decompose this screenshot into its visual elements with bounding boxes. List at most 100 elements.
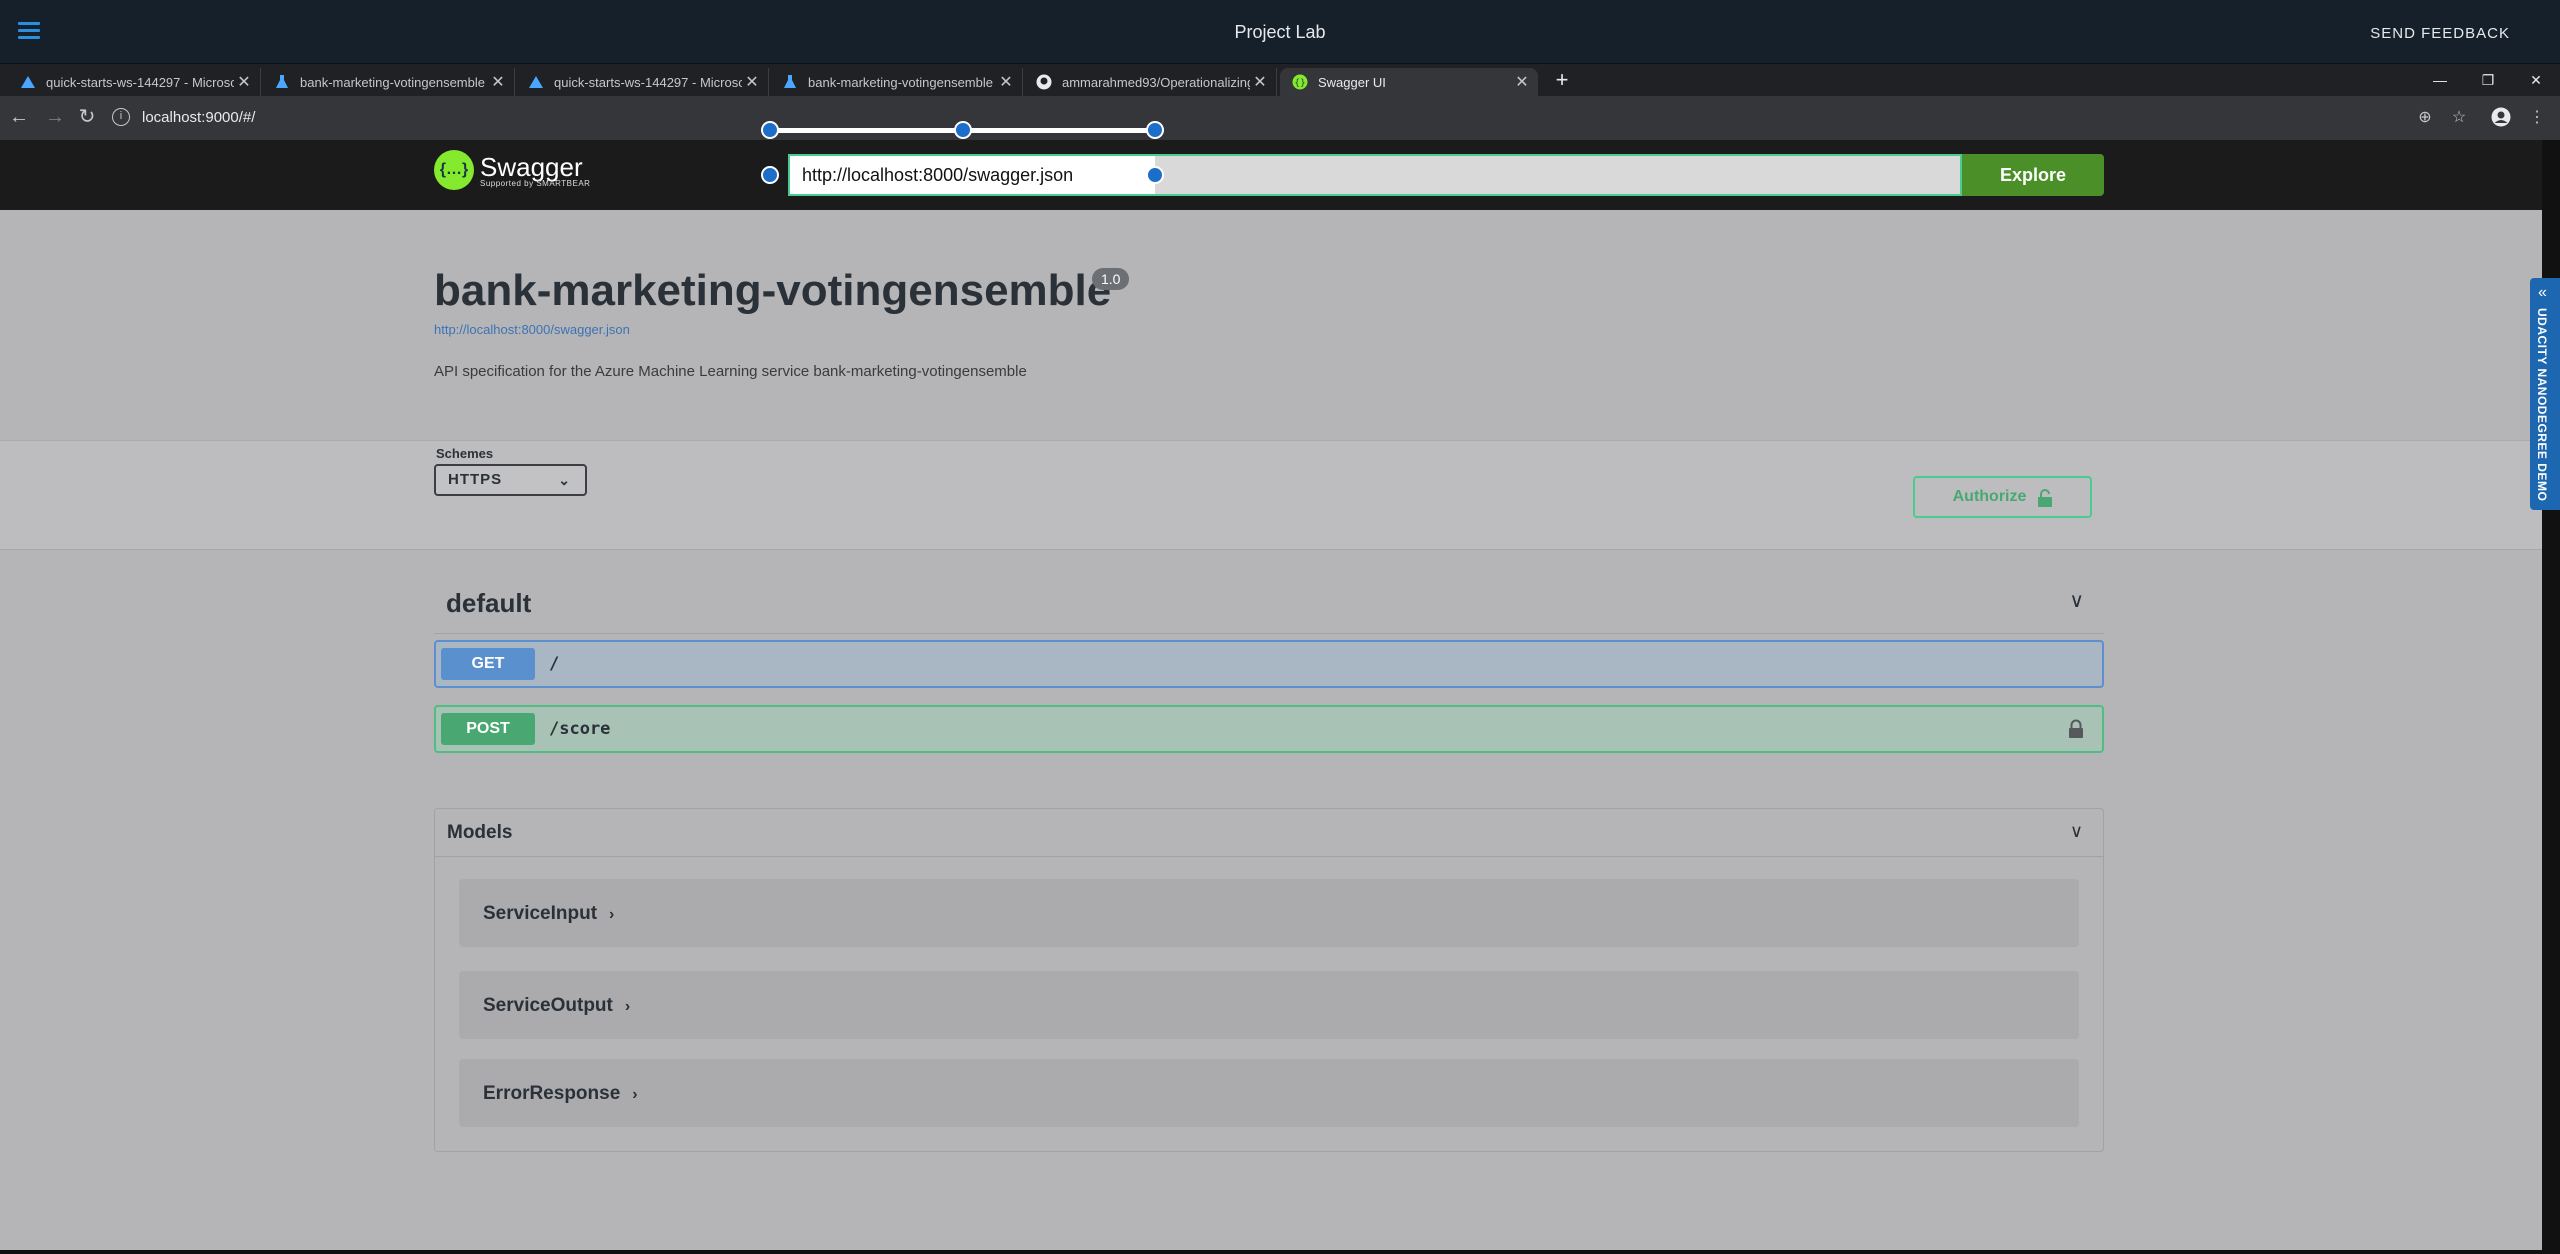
model-item[interactable]: ErrorResponse › (459, 1059, 2079, 1127)
chevron-right-icon: › (624, 998, 631, 1015)
resize-handle[interactable] (761, 166, 779, 184)
flask-icon (274, 74, 290, 90)
section-title: default (446, 588, 532, 618)
operation-get-root[interactable]: GET / (434, 640, 2104, 688)
model-item[interactable]: ServiceOutput › (459, 971, 2079, 1039)
forward-icon[interactable]: → (44, 106, 66, 128)
authorize-button[interactable]: Authorize (1913, 476, 2092, 518)
tab-title: quick-starts-ws-144297 - Microsoft Azure… (554, 74, 742, 90)
close-tab-icon[interactable]: ✕ (1512, 72, 1532, 92)
operation-path: / (549, 654, 560, 674)
authorize-label: Authorize (1952, 488, 2027, 505)
window-controls: — ❐ ✕ (2416, 64, 2560, 96)
chevron-right-icon: › (609, 906, 615, 923)
model-name: ErrorResponse (483, 1083, 621, 1104)
tab-title: quick-starts-ws-144297 - Microsoft Azure… (46, 74, 234, 90)
chevron-down-icon: ∨ (2069, 821, 2083, 841)
address-bar: ← → ↻ i localhost:9000/#/ ⊕ ☆ ⋮ (0, 96, 2560, 140)
schemes-label: Schemes (436, 446, 494, 461)
swagger-icon: {} (1292, 74, 1308, 90)
models-section: Models ∨ ServiceInput › ServiceOutput › Er… (434, 808, 2104, 1152)
close-tab-icon[interactable]: ✕ (234, 72, 254, 92)
github-icon (1036, 74, 1052, 90)
schemes-container (0, 440, 2542, 550)
schemes-select[interactable]: HTTPS ⌄ (434, 464, 587, 496)
api-title: bank-marketing-votingensemble (434, 266, 1112, 315)
minimize-button[interactable]: — (2416, 64, 2464, 96)
back-icon[interactable]: ← (8, 106, 30, 128)
models-title: Models (447, 822, 513, 843)
tab-title: bank-marketing-votingensemble - Microsof… (808, 74, 996, 90)
operation-path: /score (549, 719, 611, 739)
section-header-default[interactable]: default ∨ (434, 570, 2104, 634)
chevron-down-icon: ∨ (2069, 590, 2084, 612)
swagger-logo-icon: {…} (434, 150, 474, 190)
browser-tab[interactable]: quick-starts-ws-144297 - Microsoft Azure… (516, 68, 769, 96)
schemes-selected-value: HTTPS (448, 471, 503, 488)
lock-icon[interactable] (2068, 719, 2084, 739)
new-tab-button[interactable]: + (1550, 66, 1574, 94)
svg-text:{}: {} (1294, 79, 1305, 89)
close-tab-icon[interactable]: ✕ (488, 72, 508, 92)
swagger-topbar: {…} Swagger Supported by SMARTBEAR http:… (0, 140, 2542, 210)
api-description: API specification for the Azure Machine … (434, 363, 1027, 380)
unlock-icon (2038, 489, 2053, 507)
spec-link[interactable]: http://localhost:8000/swagger.json (434, 322, 630, 337)
explore-button[interactable]: Explore (1962, 154, 2104, 196)
azure-ml-icon (528, 74, 544, 90)
udacity-demo-tab[interactable]: « UDACITY NANODEGREE DEMO (2530, 278, 2560, 510)
browser-tab-active[interactable]: {} Swagger UI ✕ (1280, 68, 1538, 96)
tab-title: ammarahmed93/Operationalizing-Machine-Le… (1062, 74, 1250, 90)
version-badge: 1.0 (1092, 268, 1130, 290)
swagger-logo-subtitle: Supported by SMARTBEAR (480, 178, 591, 188)
model-item[interactable]: ServiceInput › (459, 879, 2079, 947)
site-info-icon[interactable]: i (112, 108, 130, 126)
browser-tab[interactable]: bank-marketing-votingensemble - Microsof… (770, 68, 1023, 96)
operation-post-score[interactable]: POST /score (434, 705, 2104, 753)
model-name: ServiceInput (483, 903, 598, 924)
project-topbar: Project Lab SEND FEEDBACK (0, 0, 2560, 64)
chevron-right-icon: › (632, 1086, 638, 1103)
bottom-border (0, 1250, 2560, 1254)
app-frame: Project Lab SEND FEEDBACK quick-starts-w… (0, 0, 2560, 1254)
resize-handle[interactable] (761, 121, 779, 139)
method-badge-get: GET (441, 648, 535, 680)
spec-url-value: http://localhost:8000/swagger.json (802, 165, 1074, 185)
method-badge-post: POST (441, 713, 535, 745)
model-name: ServiceOutput (483, 995, 613, 1016)
browser-tab[interactable]: quick-starts-ws-144297 - Microsoft Azure… (8, 68, 261, 96)
close-tab-icon[interactable]: ✕ (742, 72, 762, 92)
swagger-logo-name: Swagger (480, 151, 583, 182)
swagger-logo[interactable]: {…} Swagger Supported by SMARTBEAR (434, 150, 590, 190)
browser-menu-icon[interactable]: ⋮ (2526, 107, 2548, 129)
models-header[interactable]: Models ∨ (435, 809, 2103, 857)
url-field[interactable]: i localhost:9000/#/ (112, 102, 2412, 132)
udacity-demo-label: UDACITY NANODEGREE DEMO (2535, 308, 2549, 502)
url-text: localhost:9000/#/ (142, 108, 256, 126)
azure-ml-icon (20, 74, 36, 90)
chevron-down-icon: ⌄ (558, 472, 571, 488)
restore-button[interactable]: ❐ (2464, 64, 2512, 96)
bookmark-star-icon[interactable]: ☆ (2448, 107, 2470, 129)
tab-title: bank-marketing-votingensemble - Microsof… (300, 74, 488, 90)
tab-title: Swagger UI (1318, 74, 1386, 90)
api-info: bank-marketing-votingensemble 1.0 http:/… (0, 210, 2542, 440)
flask-icon (782, 74, 798, 90)
profile-icon[interactable] (2490, 107, 2512, 129)
reload-icon[interactable]: ↻ (76, 106, 98, 128)
project-title: Project Lab (1234, 22, 1326, 42)
close-tab-icon[interactable]: ✕ (1250, 72, 1270, 92)
resize-handle[interactable] (954, 121, 972, 139)
browser-tab[interactable]: ammarahmed93/Operationalizing-Machine-Le… (1024, 68, 1277, 96)
zoom-icon[interactable]: ⊕ (2414, 107, 2436, 129)
close-tab-icon[interactable]: ✕ (996, 72, 1016, 92)
double-chevron-left-icon: « (2538, 284, 2547, 301)
browser-tab-strip: quick-starts-ws-144297 - Microsoft Azure… (0, 64, 2560, 96)
send-feedback-button[interactable]: SEND FEEDBACK (2370, 25, 2510, 42)
operations-section-default: default ∨ GET / POST /score (434, 570, 2104, 753)
resize-handle[interactable] (1146, 121, 1164, 139)
browser-tab[interactable]: bank-marketing-votingensemble - Microsof… (262, 68, 515, 96)
close-window-button[interactable]: ✕ (2512, 64, 2560, 96)
swagger-main-content: bank-marketing-votingensemble 1.0 http:/… (0, 210, 2542, 1250)
resize-handle[interactable] (1146, 166, 1164, 184)
